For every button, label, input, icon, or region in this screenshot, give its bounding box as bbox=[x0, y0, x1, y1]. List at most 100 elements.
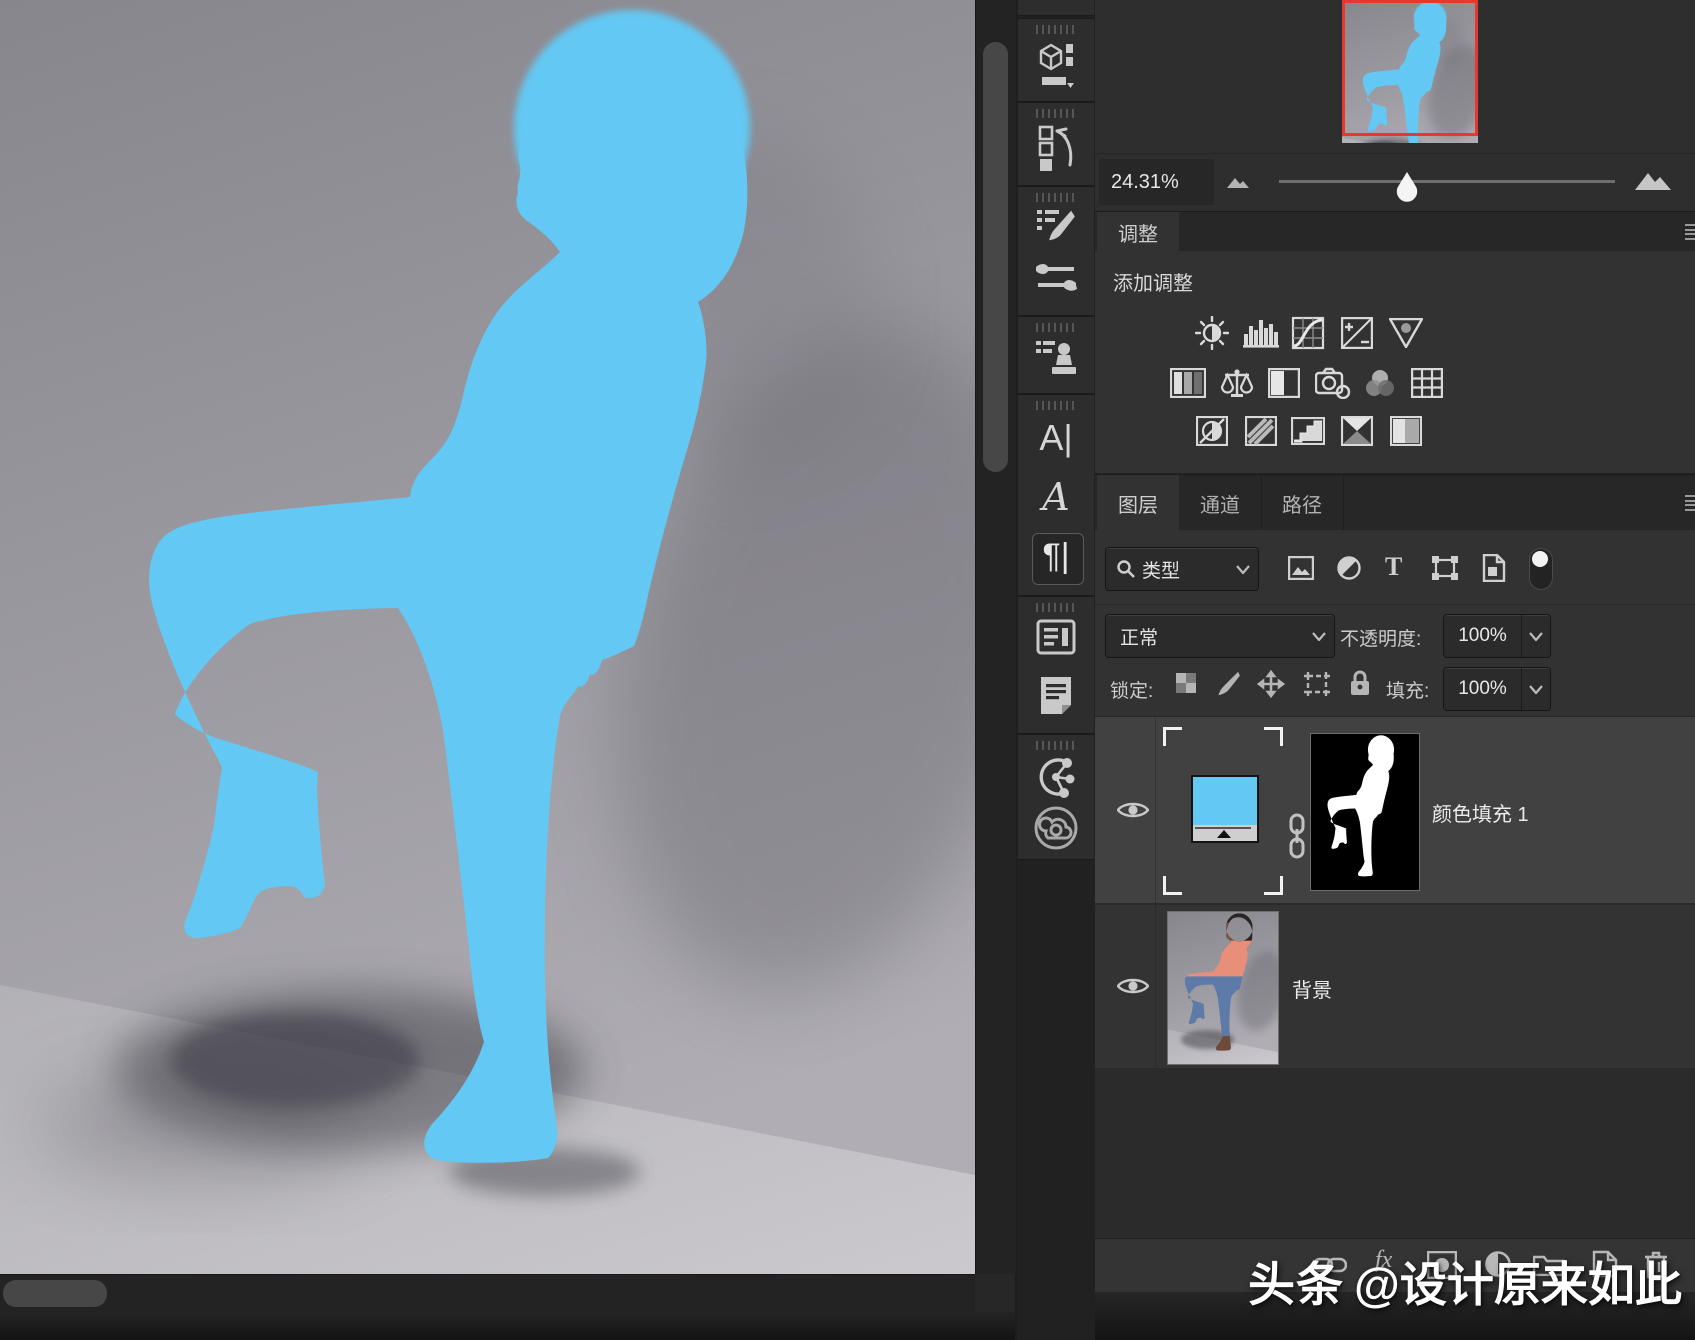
layer-filter-kind-dropdown[interactable]: 类型 bbox=[1105, 547, 1259, 591]
exposure-icon[interactable] bbox=[1341, 317, 1373, 349]
paragraph-panel-icon[interactable]: ¶| bbox=[1042, 537, 1069, 576]
navigator-zoom-value[interactable]: 24.31% bbox=[1111, 171, 1179, 194]
navigator-proxy-view-box[interactable] bbox=[1342, 0, 1478, 136]
creative-cloud-icon[interactable] bbox=[1033, 805, 1079, 851]
zoom-in-mountain-icon[interactable] bbox=[1635, 170, 1671, 190]
mask-link-icon[interactable] bbox=[1287, 813, 1307, 859]
filter-type-icon[interactable]: T bbox=[1385, 552, 1402, 582]
panel-menu-icon[interactable] bbox=[1685, 495, 1695, 511]
3d-materials-icon[interactable] bbox=[1036, 39, 1076, 91]
navigator-panel bbox=[1095, 0, 1695, 153]
layer-row-color-fill[interactable]: 颜色填充 1 bbox=[1095, 717, 1695, 903]
brightness-contrast-icon[interactable] bbox=[1195, 316, 1229, 350]
brushes-icon[interactable] bbox=[1034, 259, 1078, 297]
fill-value[interactable]: 100% bbox=[1444, 678, 1521, 700]
invert-icon[interactable] bbox=[1196, 416, 1228, 446]
layer-name[interactable]: 背景 bbox=[1292, 974, 1332, 1003]
lock-pixels-icon[interactable] bbox=[1212, 670, 1242, 698]
panel-menu-icon[interactable] bbox=[1685, 224, 1695, 240]
threshold-icon[interactable] bbox=[1291, 417, 1325, 445]
visibility-eye-icon[interactable] bbox=[1117, 799, 1149, 821]
tab-adjustments[interactable]: 调整 bbox=[1097, 212, 1179, 252]
black-white-icon[interactable] bbox=[1268, 368, 1300, 398]
layer-name[interactable]: 颜色填充 1 bbox=[1432, 798, 1529, 827]
watermark: 头条@设计原来如此 bbox=[1248, 1246, 1695, 1326]
layer-row-background[interactable]: 背景 bbox=[1095, 905, 1695, 1068]
tab-layers-label: 图层 bbox=[1118, 489, 1158, 518]
tab-channels-label: 通道 bbox=[1200, 489, 1240, 518]
lock-all-icon[interactable] bbox=[1349, 669, 1371, 697]
document-canvas[interactable] bbox=[0, 0, 975, 1274]
panel-grip bbox=[1036, 741, 1076, 750]
panel-grip bbox=[1036, 401, 1076, 410]
zoom-out-mountain-icon[interactable] bbox=[1227, 176, 1249, 188]
background-layer-thumbnail[interactable] bbox=[1167, 911, 1279, 1065]
tab-paths[interactable]: 路径 bbox=[1261, 475, 1344, 531]
adjustments-tabbar: 调整 bbox=[1095, 211, 1695, 253]
clone-source-icon[interactable] bbox=[1034, 337, 1078, 381]
gradient-map-icon[interactable] bbox=[1341, 416, 1373, 446]
color-fill-slider bbox=[1191, 825, 1259, 843]
chevron-down-icon[interactable] bbox=[1529, 632, 1543, 641]
chevron-down-icon bbox=[1312, 632, 1326, 641]
lock-position-icon[interactable] bbox=[1257, 670, 1285, 698]
panels-column: 24.31% 调整 添加调整 bbox=[1095, 0, 1695, 1340]
canvas-vertical-scrollbar-thumb[interactable] bbox=[983, 42, 1008, 472]
filter-smart-object-icon[interactable] bbox=[1482, 554, 1506, 582]
lock-artboard-icon[interactable] bbox=[1303, 671, 1331, 697]
curves-icon[interactable] bbox=[1291, 316, 1325, 350]
blend-mode-dropdown[interactable]: 正常 bbox=[1105, 614, 1335, 658]
character-styles-icon[interactable] bbox=[1036, 619, 1076, 655]
canvas-horizontal-scrollbar[interactable] bbox=[0, 1274, 975, 1313]
panel-grip bbox=[1036, 603, 1076, 612]
opacity-label: 不透明度: bbox=[1340, 624, 1421, 651]
navigator-zoom-slider-track[interactable] bbox=[1279, 180, 1615, 183]
filter-image-icon[interactable] bbox=[1288, 556, 1314, 580]
filter-shape-icon[interactable] bbox=[1432, 556, 1458, 580]
brush-settings-icon[interactable] bbox=[1035, 207, 1077, 247]
glyphs-panel-icon[interactable]: A bbox=[1042, 475, 1069, 519]
lock-transparency-icon[interactable] bbox=[1175, 672, 1197, 694]
tab-channels[interactable]: 通道 bbox=[1179, 475, 1262, 531]
posterize-icon[interactable] bbox=[1245, 416, 1277, 446]
navigator-zoom-slider-thumb[interactable] bbox=[1395, 172, 1419, 202]
paragraph-styles-icon[interactable] bbox=[1037, 675, 1075, 717]
tab-adjustments-label: 调整 bbox=[1118, 218, 1158, 247]
navigator-zoom-bar: 24.31% bbox=[1095, 153, 1695, 212]
chevron-down-icon[interactable] bbox=[1529, 685, 1543, 694]
hue-saturation-icon[interactable] bbox=[1170, 368, 1206, 398]
visibility-eye-icon[interactable] bbox=[1117, 975, 1149, 997]
navigator-zoom-field[interactable]: 24.31% bbox=[1099, 159, 1214, 205]
color-balance-icon[interactable] bbox=[1220, 367, 1254, 399]
chevron-down-icon bbox=[1236, 565, 1250, 574]
fill-value-box[interactable]: 100% bbox=[1443, 667, 1551, 711]
tab-layers[interactable]: 图层 bbox=[1097, 475, 1179, 531]
layers-tabbar: 图层 通道 路径 bbox=[1095, 474, 1695, 532]
opacity-value[interactable]: 100% bbox=[1444, 625, 1521, 647]
panel-group-brushes bbox=[1018, 186, 1094, 316]
channel-mixer-icon[interactable] bbox=[1363, 367, 1397, 399]
history-icon[interactable] bbox=[1037, 125, 1075, 173]
tab-paths-label: 路径 bbox=[1282, 489, 1322, 518]
character-panel-icon[interactable]: A| bbox=[1039, 417, 1072, 459]
selective-color-icon[interactable] bbox=[1390, 416, 1422, 446]
filter-adjustment-icon[interactable] bbox=[1337, 556, 1361, 580]
panel-group-3d[interactable] bbox=[1018, 18, 1094, 102]
vibrance-icon[interactable] bbox=[1389, 318, 1423, 348]
opacity-value-box[interactable]: 100% bbox=[1443, 614, 1551, 658]
panel-group-clone-source[interactable] bbox=[1018, 316, 1094, 394]
panel-group-history[interactable] bbox=[1018, 102, 1094, 186]
color-lookup-icon[interactable] bbox=[1411, 368, 1443, 398]
fill-thumbnail-selection[interactable] bbox=[1163, 727, 1283, 895]
navigator-thumbnail[interactable] bbox=[1342, 0, 1478, 143]
filter-toggle-switch[interactable] bbox=[1529, 548, 1553, 590]
color-fill-thumbnail[interactable] bbox=[1191, 775, 1259, 827]
canvas-horizontal-scrollbar-thumb[interactable] bbox=[3, 1280, 107, 1307]
watermark-brand: 头条 bbox=[1248, 1258, 1344, 1311]
lock-label: 锁定: bbox=[1110, 676, 1153, 703]
layer-mask-thumbnail[interactable] bbox=[1310, 733, 1420, 891]
photo-filter-icon[interactable] bbox=[1315, 367, 1351, 399]
levels-icon[interactable] bbox=[1243, 318, 1279, 348]
panel-grip bbox=[1036, 193, 1076, 202]
libraries-icon[interactable] bbox=[1034, 755, 1078, 799]
